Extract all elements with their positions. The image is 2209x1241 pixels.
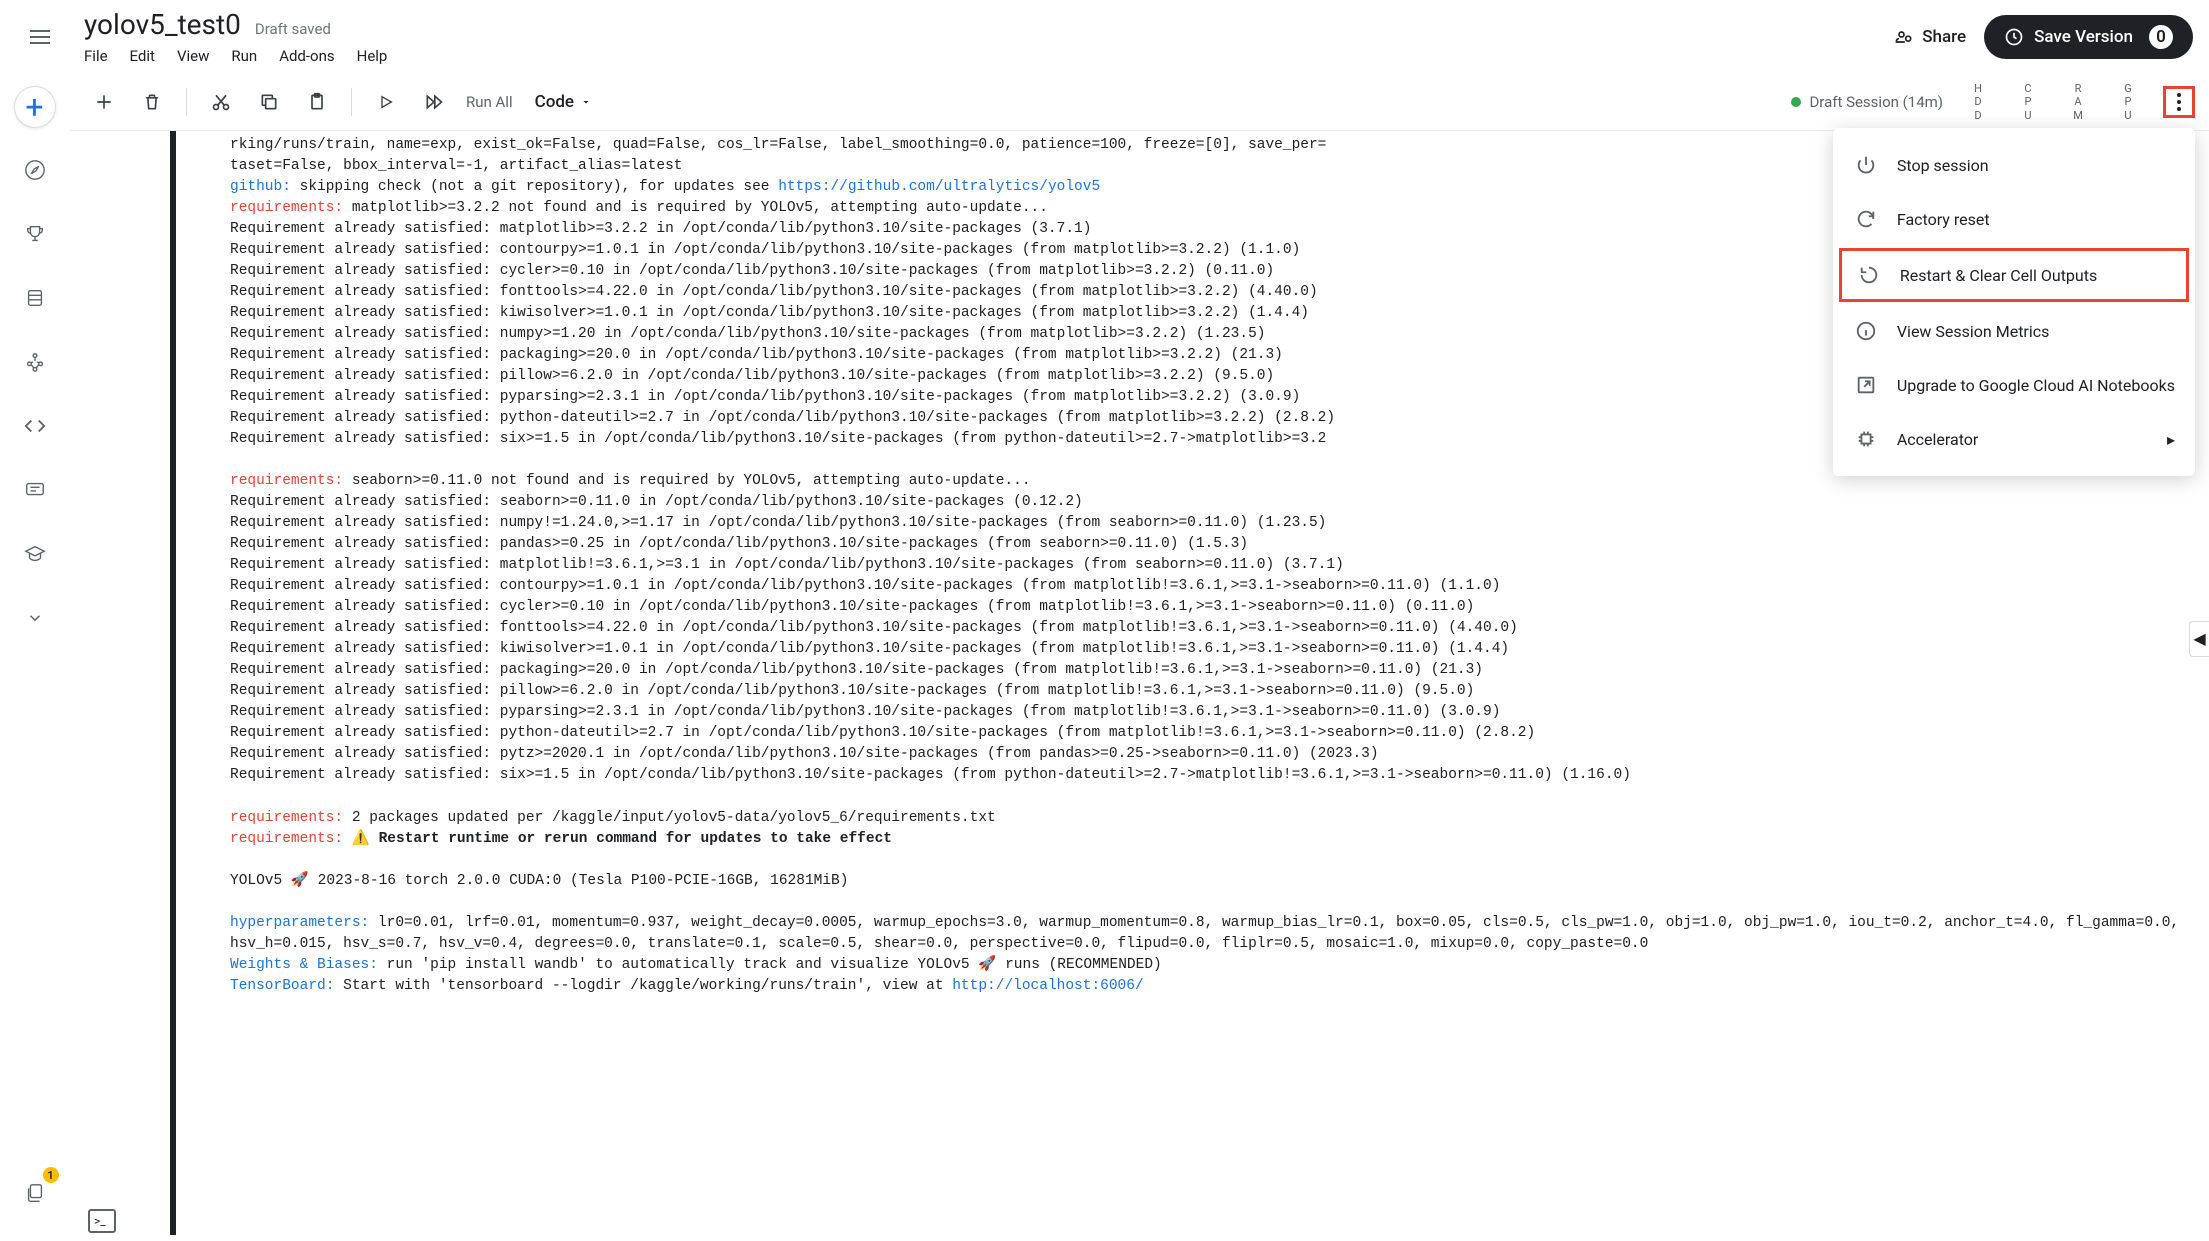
add-button[interactable] xyxy=(84,82,124,122)
model-icon[interactable] xyxy=(13,340,57,384)
menu-view[interactable]: View xyxy=(177,47,209,65)
open-external-icon xyxy=(1853,372,1879,398)
menu-run[interactable]: Run xyxy=(231,47,257,65)
chevron-down-icon xyxy=(580,96,592,108)
right-panel-toggle[interactable]: ◀ xyxy=(2189,621,2209,657)
menu-view-metrics[interactable]: View Session Metrics xyxy=(1833,304,2195,358)
files-icon[interactable]: 1 xyxy=(13,1171,57,1215)
info-icon xyxy=(1853,318,1879,344)
comment-icon[interactable] xyxy=(13,468,57,512)
fast-forward-button[interactable] xyxy=(414,82,454,122)
cell-type-select[interactable]: Code xyxy=(535,92,592,112)
menu-stop-session[interactable]: Stop session xyxy=(1833,138,2195,192)
share-button[interactable]: Share xyxy=(1894,27,1966,47)
menu-accelerator[interactable]: Accelerator ▸ xyxy=(1833,412,2195,466)
refresh-icon xyxy=(1853,206,1879,232)
delete-button[interactable] xyxy=(132,82,172,122)
collapse-icon[interactable] xyxy=(13,596,57,640)
compass-icon[interactable] xyxy=(13,148,57,192)
status-dot-icon xyxy=(1791,97,1801,107)
menu-restart-clear[interactable]: Restart & Clear Cell Outputs xyxy=(1839,248,2189,302)
cut-button[interactable] xyxy=(201,82,241,122)
draft-status: Draft saved xyxy=(255,20,331,38)
menu-help[interactable]: Help xyxy=(357,47,388,65)
terminal-button[interactable]: >_ xyxy=(88,1209,116,1233)
copy-button[interactable] xyxy=(249,82,289,122)
metric-cpu[interactable]: CPU xyxy=(2013,82,2043,122)
share-icon xyxy=(1894,27,1914,47)
more-options-button[interactable] xyxy=(2163,86,2195,118)
menu-factory-reset[interactable]: Factory reset xyxy=(1833,192,2195,246)
menu-edit[interactable]: Edit xyxy=(130,47,155,65)
code-icon[interactable] xyxy=(13,404,57,448)
add-cell-button[interactable]: + xyxy=(14,86,56,128)
menu-file[interactable]: File xyxy=(84,47,108,65)
session-dropdown-menu: Stop session Factory reset Restart & Cle… xyxy=(1833,128,2195,476)
restart-icon xyxy=(1856,262,1882,288)
history-icon xyxy=(2004,27,2024,47)
run-button[interactable] xyxy=(366,82,406,122)
learn-icon[interactable] xyxy=(13,532,57,576)
session-status: Draft Session (14m) xyxy=(1791,93,1943,111)
files-badge: 1 xyxy=(43,1167,59,1183)
run-all-label[interactable]: Run All xyxy=(466,93,513,111)
paste-button[interactable] xyxy=(297,82,337,122)
database-icon[interactable] xyxy=(13,276,57,320)
hamburger-menu[interactable] xyxy=(16,13,64,61)
version-count: 0 xyxy=(2149,25,2173,49)
metric-hdd[interactable]: HDD xyxy=(1963,82,1993,122)
save-version-button[interactable]: Save Version 0 xyxy=(1984,15,2193,59)
trophy-icon[interactable] xyxy=(13,212,57,256)
notebook-title[interactable]: yolov5_test0 xyxy=(84,8,241,41)
cell-marker xyxy=(170,131,176,1235)
menu-addons[interactable]: Add-ons xyxy=(279,47,334,65)
metric-gpu[interactable]: GPU xyxy=(2113,82,2143,122)
chevron-right-icon: ▸ xyxy=(2167,430,2175,449)
metric-ram[interactable]: RAM xyxy=(2063,82,2093,122)
power-icon xyxy=(1853,152,1879,178)
chip-icon xyxy=(1853,426,1879,452)
menu-upgrade[interactable]: Upgrade to Google Cloud AI Notebooks xyxy=(1833,358,2195,412)
